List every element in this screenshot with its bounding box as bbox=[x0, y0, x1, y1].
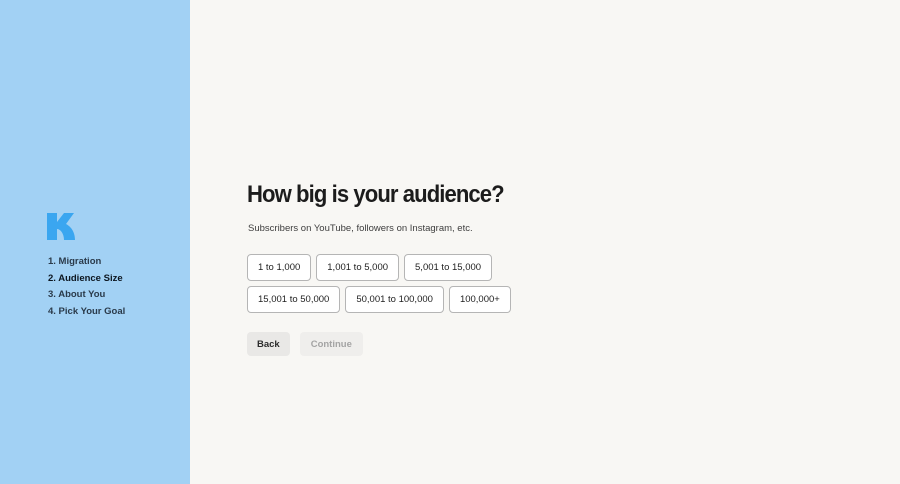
form-actions: Back Continue bbox=[247, 332, 363, 356]
progress-steps: 1. Migration 2. Audience Size 3. About Y… bbox=[48, 254, 125, 321]
page-subtitle: Subscribers on YouTube, followers on Ins… bbox=[248, 223, 473, 234]
k-logo-icon bbox=[47, 213, 75, 240]
option-100000-plus[interactable]: 100,000+ bbox=[448, 286, 511, 313]
option-5001-to-15000[interactable]: 5,001 to 15,000 bbox=[404, 254, 493, 281]
option-15001-to-50000[interactable]: 15,001 to 50,000 bbox=[247, 286, 341, 313]
step-about-you: 3. About You bbox=[48, 289, 106, 301]
sidebar: 1. Migration 2. Audience Size 3. About Y… bbox=[0, 0, 190, 484]
main-content: How big is your audience? Subscribers on… bbox=[190, 0, 900, 484]
option-1001-to-5000[interactable]: 1,001 to 5,000 bbox=[316, 254, 400, 281]
back-button[interactable]: Back bbox=[247, 332, 290, 356]
page-title: How big is your audience? bbox=[247, 181, 505, 208]
step-audience-size: 2. Audience Size bbox=[48, 272, 123, 284]
option-1-to-1000[interactable]: 1 to 1,000 bbox=[247, 254, 312, 281]
continue-button[interactable]: Continue bbox=[299, 332, 363, 356]
audience-size-options: 1 to 1,000 1,001 to 5,000 5,001 to 15,00… bbox=[247, 254, 587, 313]
step-pick-your-goal: 4. Pick Your Goal bbox=[48, 306, 126, 318]
step-migration: 1. Migration bbox=[48, 256, 102, 267]
option-50001-to-100000[interactable]: 50,001 to 100,000 bbox=[345, 286, 444, 313]
